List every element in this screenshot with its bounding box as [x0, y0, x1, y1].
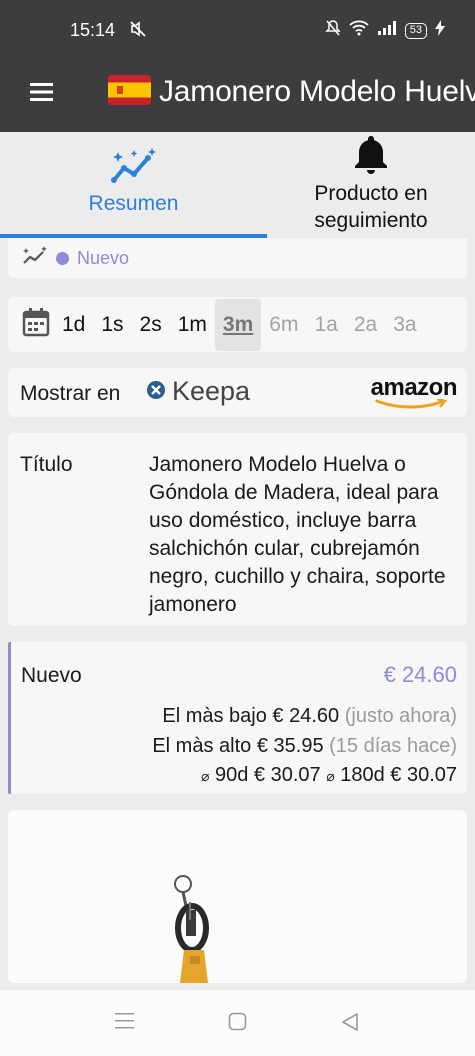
tab-summary-label: Resumen [88, 192, 179, 215]
avg180-label: 180d [340, 764, 385, 786]
status-bar: 15:14 53 [0, 0, 475, 58]
title-label: Título [20, 453, 73, 476]
sparkle-chart-icon [22, 246, 48, 271]
mute-icon [128, 19, 148, 44]
range-1s[interactable]: 1s [93, 299, 131, 351]
product-image[interactable] [8, 810, 467, 983]
average-symbol: ⌀ [326, 768, 335, 784]
range-1m[interactable]: 1m [170, 299, 215, 351]
current-price: € 24.60 [383, 662, 457, 687]
avg180-value: € 30.07 [390, 764, 457, 786]
range-6m[interactable]: 6m [261, 299, 306, 351]
calendar-icon [22, 307, 50, 342]
keepa-link[interactable]: Keepa [146, 376, 250, 407]
signal-icon [377, 20, 397, 41]
range-2a[interactable]: 2a [346, 299, 385, 351]
wifi-icon [349, 20, 369, 41]
avg90-label: 90d [214, 764, 249, 786]
highest-note: (15 días hace) [329, 735, 457, 757]
charging-icon [435, 20, 445, 41]
average-symbol: ⌀ [200, 768, 210, 784]
show-in-label: Mostrar en [20, 382, 121, 405]
amazon-logo-text: amazon [370, 374, 458, 401]
back-button[interactable] [340, 1012, 360, 1037]
product-title: Jamonero Modelo Huelva o Góndola de Made… [149, 453, 446, 616]
range-1d[interactable]: 1d [54, 299, 93, 351]
amazon-link[interactable]: amazon [370, 374, 458, 409]
page-title: Jamonero Modelo Huelva o Góndola de Made… [159, 75, 475, 108]
product-title-card: Título Jamonero Modelo Huelva o Góndola … [8, 433, 467, 626]
sparkle-chart-icon [110, 148, 158, 189]
recent-apps-button[interactable] [115, 1012, 135, 1035]
status-time: 15:14 [70, 20, 116, 40]
highest-value: € 35.95 [256, 735, 324, 757]
show-in-card: Mostrar en Keepa amazon [8, 368, 467, 417]
app-bar: Jamonero Modelo Huelva o Góndola de Made… [0, 58, 475, 132]
range-2s[interactable]: 2s [132, 299, 170, 351]
tab-tracked-product-label: Producto en seguimiento [314, 182, 428, 232]
range-3m[interactable]: 3m [214, 298, 262, 351]
highest-price-row: El màs alto € 35.95 (15 días hace) [152, 735, 457, 758]
condition-dot [56, 252, 69, 265]
lowest-price-row: El màs bajo € 24.60 (justo ahora) [162, 705, 457, 728]
condition-chip-label: Nuevo [77, 248, 130, 268]
system-navigation-bar [0, 990, 475, 1056]
range-3a[interactable]: 3a [385, 299, 424, 351]
condition-chip-card: Nuevo [8, 238, 467, 278]
range-1a[interactable]: 1a [306, 299, 345, 351]
bell-icon [354, 134, 388, 179]
keepa-label: Keepa [172, 376, 251, 406]
battery-indicator: 53 [404, 22, 427, 39]
avg90-value: € 30.07 [253, 764, 321, 786]
highest-label: El màs alto [152, 735, 252, 757]
average-price-row: ⌀ 90d € 30.07 ⌀ 180d € 30.07 [201, 764, 457, 787]
amazon-smile-icon [375, 399, 448, 409]
menu-icon[interactable] [30, 82, 54, 107]
spain-flag-icon [108, 75, 151, 105]
lowest-label: El màs bajo [162, 705, 267, 727]
tab-tracked-product[interactable]: Producto en seguimiento [267, 132, 475, 238]
lowest-value: € 24.60 [272, 705, 340, 727]
price-card[interactable]: Nuevo € 24.60 El màs bajo € 24.60 (justo… [8, 642, 467, 794]
tab-bar: Resumen Producto en seguimiento [0, 132, 475, 238]
do-not-disturb-icon [324, 19, 341, 42]
keepa-logo-icon [146, 376, 166, 407]
tab-summary[interactable]: Resumen [0, 132, 267, 238]
lowest-note: (justo ahora) [344, 705, 457, 727]
home-button[interactable] [228, 1012, 248, 1037]
product-photo [174, 875, 209, 983]
time-range-selector: 1d 1s 2s 1m 3m 6m 1a 2a 3a [8, 297, 467, 352]
price-condition: Nuevo [21, 664, 82, 687]
